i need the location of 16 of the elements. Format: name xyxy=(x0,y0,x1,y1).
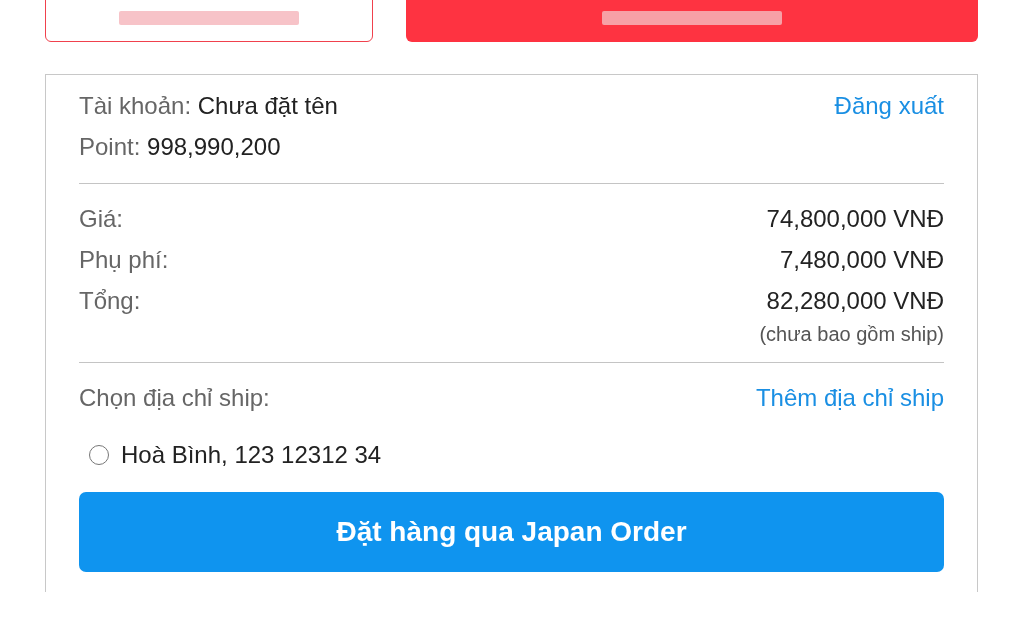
address-option[interactable]: Hoà Bình, 123 12312 34 xyxy=(121,441,382,469)
price-label: Phụ phí: xyxy=(79,245,169,274)
price-note: (chưa bao gồm ship) xyxy=(759,323,944,345)
price-label: Tổng: xyxy=(79,286,141,315)
account-label: Tài khoản: Chưa đặt tên xyxy=(79,91,338,120)
order-button[interactable]: Đặt hàng qua Japan Order xyxy=(79,492,944,572)
shipping-label: Chọn địa chỉ ship: xyxy=(79,383,270,412)
radio-button[interactable] xyxy=(89,445,109,465)
point-balance: Point: 998,990,200 xyxy=(79,132,281,161)
price-value: 82,280,000 VNĐ xyxy=(766,286,944,315)
price-value: 74,800,000 VNĐ xyxy=(766,204,944,233)
price-value: 7,480,000 VNĐ xyxy=(779,245,944,274)
price-label: Giá: xyxy=(79,204,123,233)
pixelated-button[interactable] xyxy=(45,0,373,42)
add-address-link[interactable]: Thêm địa chỉ ship xyxy=(755,383,944,412)
logout-link[interactable]: Đăng xuất xyxy=(834,91,944,120)
